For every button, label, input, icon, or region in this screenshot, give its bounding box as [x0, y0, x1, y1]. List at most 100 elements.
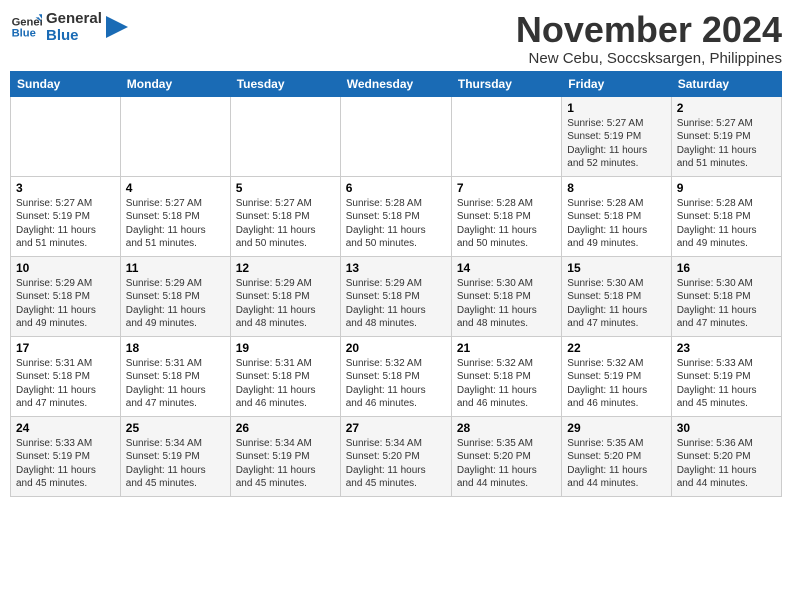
day-number: 23 [677, 341, 776, 355]
day-info: Sunrise: 5:28 AMSunset: 5:18 PMDaylight:… [457, 197, 556, 251]
day-info: Sunrise: 5:31 AMSunset: 5:18 PMDaylight:… [236, 357, 335, 411]
day-number: 21 [457, 341, 556, 355]
calendar-week-row: 10 Sunrise: 5:29 AMSunset: 5:18 PMDayligh… [11, 256, 782, 336]
day-number: 18 [126, 341, 225, 355]
calendar-header: SundayMondayTuesdayWednesdayThursdayFrid… [11, 71, 782, 96]
logo-arrow-icon [106, 16, 128, 38]
day-info: Sunrise: 5:29 AMSunset: 5:18 PMDaylight:… [16, 277, 115, 331]
day-info: Sunrise: 5:30 AMSunset: 5:18 PMDaylight:… [567, 277, 665, 331]
weekday-header: Sunday [11, 71, 121, 96]
calendar-cell [11, 96, 121, 176]
calendar-cell: 20Sunrise: 5:32 AMSunset: 5:18 PMDayligh… [340, 336, 451, 416]
day-number: 19 [236, 341, 335, 355]
day-number: 24 [16, 421, 115, 435]
day-number: 22 [567, 341, 665, 355]
day-info: Sunrise: 5:30 AMSunset: 5:18 PMDaylight:… [457, 277, 556, 331]
day-number: 29 [567, 421, 665, 435]
calendar-cell: 24 Sunrise: 5:33 AMSunset: 5:19 PMDayligh… [11, 416, 121, 496]
day-info: Sunrise: 5:27 AMSunset: 5:18 PMDaylight:… [236, 197, 335, 251]
day-number: 6 [346, 181, 446, 195]
day-number: 3 [16, 181, 115, 195]
calendar-week-row: 24 Sunrise: 5:33 AMSunset: 5:19 PMDayligh… [11, 416, 782, 496]
calendar-cell: 16Sunrise: 5:30 AMSunset: 5:18 PMDayligh… [671, 256, 781, 336]
calendar-cell: 4Sunrise: 5:27 AMSunset: 5:18 PMDaylight… [120, 176, 230, 256]
day-number: 8 [567, 181, 665, 195]
calendar-cell: 19 Sunrise: 5:31 AMSunset: 5:18 PMDayligh… [230, 336, 340, 416]
day-number: 5 [236, 181, 335, 195]
day-info: Sunrise: 5:34 AMSunset: 5:20 PMDaylight:… [346, 437, 446, 491]
day-info: Sunrise: 5:27 AMSunset: 5:18 PMDaylight:… [126, 197, 225, 251]
day-number: 30 [677, 421, 776, 435]
calendar-cell: 2 Sunrise: 5:27 AMSunset: 5:19 PMDaylight… [671, 96, 781, 176]
calendar-cell: 23 Sunrise: 5:33 AMSunset: 5:19 PMDayligh… [671, 336, 781, 416]
day-info: Sunrise: 5:33 AMSunset: 5:19 PMDaylight:… [677, 357, 776, 411]
calendar-cell: 13Sunrise: 5:29 AMSunset: 5:18 PMDayligh… [340, 256, 451, 336]
day-info: Sunrise: 5:36 AMSunset: 5:20 PMDaylight:… [677, 437, 776, 491]
day-info: Sunrise: 5:29 AMSunset: 5:18 PMDaylight:… [236, 277, 335, 331]
day-info: Sunrise: 5:27 AMSunset: 5:19 PMDaylight:… [16, 197, 115, 251]
calendar-cell: 18 Sunrise: 5:31 AMSunset: 5:18 PMDayligh… [120, 336, 230, 416]
day-number: 28 [457, 421, 556, 435]
title-block: November 2024 New Cebu, Soccsksargen, Ph… [516, 10, 782, 67]
day-number: 26 [236, 421, 335, 435]
day-info: Sunrise: 5:34 AMSunset: 5:19 PMDaylight:… [236, 437, 335, 491]
day-number: 13 [346, 261, 446, 275]
calendar-week-row: 17 Sunrise: 5:31 AMSunset: 5:18 PMDayligh… [11, 336, 782, 416]
calendar-cell: 25 Sunrise: 5:34 AMSunset: 5:19 PMDayligh… [120, 416, 230, 496]
month-year-title: November 2024 [516, 10, 782, 50]
day-number: 12 [236, 261, 335, 275]
day-number: 27 [346, 421, 446, 435]
calendar-cell [340, 96, 451, 176]
weekday-header: Wednesday [340, 71, 451, 96]
day-info: Sunrise: 5:27 AMSunset: 5:19 PMDaylight:… [677, 117, 776, 171]
day-info: Sunrise: 5:31 AMSunset: 5:18 PMDaylight:… [126, 357, 225, 411]
day-info: Sunrise: 5:31 AMSunset: 5:18 PMDaylight:… [16, 357, 115, 411]
day-number: 25 [126, 421, 225, 435]
weekday-header: Tuesday [230, 71, 340, 96]
day-info: Sunrise: 5:32 AMSunset: 5:19 PMDaylight:… [567, 357, 665, 411]
weekday-header: Saturday [671, 71, 781, 96]
day-number: 17 [16, 341, 115, 355]
calendar-week-row: 3 Sunrise: 5:27 AMSunset: 5:19 PMDaylight… [11, 176, 782, 256]
calendar-cell: 10 Sunrise: 5:29 AMSunset: 5:18 PMDayligh… [11, 256, 121, 336]
calendar-cell: 5 Sunrise: 5:27 AMSunset: 5:18 PMDaylight… [230, 176, 340, 256]
calendar-cell: 9Sunrise: 5:28 AMSunset: 5:18 PMDaylight… [671, 176, 781, 256]
calendar-cell: 28 Sunrise: 5:35 AMSunset: 5:20 PMDayligh… [451, 416, 561, 496]
day-number: 7 [457, 181, 556, 195]
day-number: 11 [126, 261, 225, 275]
calendar-cell: 22 Sunrise: 5:32 AMSunset: 5:19 PMDayligh… [562, 336, 671, 416]
day-number: 1 [567, 101, 665, 115]
day-info: Sunrise: 5:32 AMSunset: 5:18 PMDaylight:… [457, 357, 556, 411]
svg-text:Blue: Blue [12, 28, 36, 40]
logo-icon: General Blue [10, 11, 42, 43]
logo: General Blue General Blue [10, 10, 128, 45]
weekday-header: Monday [120, 71, 230, 96]
day-number: 2 [677, 101, 776, 115]
calendar-cell: 21 Sunrise: 5:32 AMSunset: 5:18 PMDayligh… [451, 336, 561, 416]
calendar-cell: 30 Sunrise: 5:36 AMSunset: 5:20 PMDayligh… [671, 416, 781, 496]
day-info: Sunrise: 5:27 AMSunset: 5:19 PMDaylight:… [567, 117, 665, 171]
day-info: Sunrise: 5:35 AMSunset: 5:20 PMDaylight:… [567, 437, 665, 491]
day-number: 10 [16, 261, 115, 275]
calendar-cell: 14Sunrise: 5:30 AMSunset: 5:18 PMDayligh… [451, 256, 561, 336]
calendar-cell [230, 96, 340, 176]
day-info: Sunrise: 5:29 AMSunset: 5:18 PMDaylight:… [126, 277, 225, 331]
day-info: Sunrise: 5:28 AMSunset: 5:18 PMDaylight:… [567, 197, 665, 251]
weekday-header: Thursday [451, 71, 561, 96]
day-number: 20 [346, 341, 446, 355]
calendar-cell: 26 Sunrise: 5:34 AMSunset: 5:19 PMDayligh… [230, 416, 340, 496]
day-info: Sunrise: 5:34 AMSunset: 5:19 PMDaylight:… [126, 437, 225, 491]
calendar-cell [120, 96, 230, 176]
day-info: Sunrise: 5:35 AMSunset: 5:20 PMDaylight:… [457, 437, 556, 491]
calendar-cell: 12 Sunrise: 5:29 AMSunset: 5:18 PMDayligh… [230, 256, 340, 336]
calendar-cell: 17 Sunrise: 5:31 AMSunset: 5:18 PMDayligh… [11, 336, 121, 416]
day-info: Sunrise: 5:28 AMSunset: 5:18 PMDaylight:… [677, 197, 776, 251]
logo-text-line2: Blue [46, 27, 102, 44]
day-info: Sunrise: 5:28 AMSunset: 5:18 PMDaylight:… [346, 197, 446, 251]
calendar-cell: 3 Sunrise: 5:27 AMSunset: 5:19 PMDaylight… [11, 176, 121, 256]
day-info: Sunrise: 5:33 AMSunset: 5:19 PMDaylight:… [16, 437, 115, 491]
calendar-cell: 7 Sunrise: 5:28 AMSunset: 5:18 PMDaylight… [451, 176, 561, 256]
day-info: Sunrise: 5:30 AMSunset: 5:18 PMDaylight:… [677, 277, 776, 331]
calendar-table: SundayMondayTuesdayWednesdayThursdayFrid… [10, 71, 782, 497]
calendar-cell: 27 Sunrise: 5:34 AMSunset: 5:20 PMDayligh… [340, 416, 451, 496]
